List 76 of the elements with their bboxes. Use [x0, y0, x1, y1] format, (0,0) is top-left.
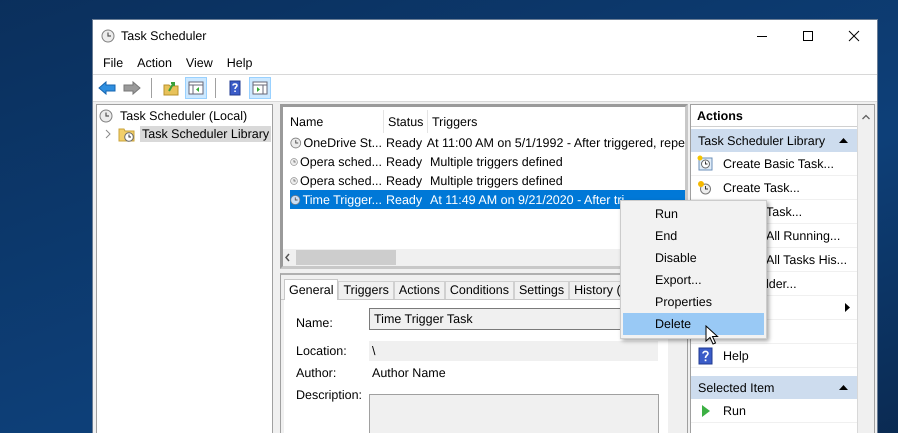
window-title: Task Scheduler	[121, 29, 208, 43]
pointer-icon	[705, 325, 719, 345]
table-cell-text: Multiple triggers defined	[429, 154, 563, 168]
folder-up-icon	[162, 79, 180, 97]
pane-toggle-icon	[251, 79, 269, 97]
task-clock-icon	[697, 178, 714, 196]
task-row[interactable]: OneDrive St... Ready At 11:00 AM on 5/1/1992 - After triggered, repe	[290, 133, 685, 152]
collapse-icon[interactable]	[838, 136, 849, 145]
pane-command[interactable]: Create Basic Task...	[691, 152, 857, 176]
scrollbar[interactable]	[858, 105, 874, 433]
pane-command[interactable]: Run	[691, 399, 857, 423]
pane-command[interactable]: All Tasks His...	[766, 252, 848, 266]
tab[interactable]: Conditions	[444, 280, 514, 299]
field-label: Name:	[296, 316, 334, 330]
column-header[interactable]: Status	[384, 110, 428, 133]
table-cell-text: Multiple triggers defined	[429, 174, 563, 188]
author-value: Author Name	[371, 366, 446, 380]
task-clock-icon	[697, 154, 714, 172]
location-value: \	[369, 340, 658, 361]
context-menu-item[interactable]: Export...	[623, 269, 764, 291]
pane-command[interactable]: All Running...	[766, 228, 840, 242]
forward-icon	[123, 79, 141, 97]
table-cell: Time Trigger...	[302, 192, 382, 206]
column-header[interactable]: Name	[286, 110, 384, 133]
tab[interactable]: General	[284, 278, 338, 300]
pane-command[interactable]: Help	[691, 344, 857, 368]
table-cell-text: Ready	[385, 154, 424, 168]
context-menu-item[interactable]: Delete	[623, 313, 764, 335]
collapse-icon[interactable]	[838, 383, 849, 392]
table-cell-text: Ready	[385, 136, 423, 150]
tab[interactable]: Triggers	[338, 280, 394, 299]
column-header[interactable]: Triggers	[428, 110, 478, 133]
field-label: Location:	[296, 344, 348, 358]
chevron-icon[interactable]	[103, 127, 113, 141]
table-cell-text: At 11:00 AM on 5/1/1992 - After triggered, repe	[426, 136, 685, 150]
table-cell-text: Ready	[385, 192, 424, 206]
close-icon	[848, 30, 860, 42]
field-label: Description:	[296, 388, 363, 402]
section-header[interactable]: Selected Item	[691, 376, 857, 399]
menu-item[interactable]: Help	[220, 54, 260, 72]
field-label: Author:	[296, 366, 338, 380]
pane-command[interactable]: lder...	[766, 276, 797, 290]
maximize-icon	[802, 30, 814, 42]
tree-toggle-button[interactable]	[185, 77, 207, 99]
table-cell: Opera sched...	[300, 174, 382, 188]
help-icon	[697, 346, 714, 364]
clock-icon	[290, 136, 302, 150]
section-title: Task Scheduler Library	[698, 134, 826, 148]
table-cell: Opera sched...	[300, 154, 382, 168]
section-title: Selected Item	[698, 380, 774, 394]
section-header[interactable]: Task Scheduler Library	[691, 129, 857, 152]
clock-icon	[101, 29, 115, 43]
clock-icon	[99, 109, 113, 123]
context-menu-item[interactable]: Disable	[623, 247, 764, 269]
menu-item[interactable]: View	[178, 54, 220, 72]
submenu-arrow-icon	[843, 301, 851, 314]
tree-item[interactable]: Task Scheduler (Local)	[118, 108, 250, 124]
pane-toggle-button[interactable]	[249, 77, 271, 99]
tree-item[interactable]: Task Scheduler Library	[140, 126, 272, 142]
back-icon	[98, 79, 116, 97]
menu-item[interactable]: File	[96, 54, 130, 72]
tab[interactable]: Settings	[514, 280, 570, 299]
task-row[interactable]: Opera sched... Ready Multiple triggers defined	[290, 171, 685, 190]
scroll-up-icon[interactable]	[861, 113, 871, 121]
actions-heading: Actions	[691, 105, 857, 127]
menu-item[interactable]: Action	[130, 54, 179, 72]
clock-icon	[290, 192, 301, 206]
folder-clock-icon	[118, 126, 135, 142]
task-row[interactable]: Opera sched... Ready Multiple triggers defined	[290, 152, 685, 171]
pane-command[interactable]: Task...	[766, 204, 802, 218]
table-cell: OneDrive St...	[304, 136, 382, 150]
tab[interactable]: Actions	[394, 280, 445, 299]
table-cell-text: Ready	[385, 174, 424, 188]
context-menu-item[interactable]: Properties	[623, 291, 764, 313]
tree-toggle-icon	[187, 79, 205, 97]
context-menu-item[interactable]: End	[623, 225, 764, 247]
